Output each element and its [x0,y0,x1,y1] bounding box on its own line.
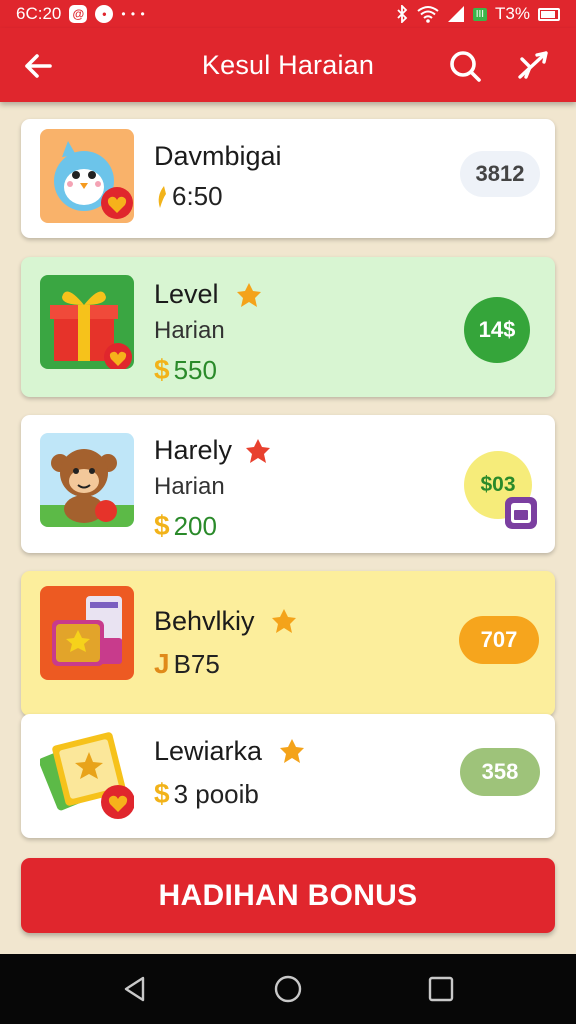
page-title: Kesul Haraian [201,50,375,80]
treasure-chest-icon [40,586,134,680]
reward-amount-value: B75 [173,648,220,679]
star-badge-icon [246,439,270,463]
monkey-character-icon [40,433,134,527]
notification-icon: @ [69,5,88,23]
reward-card-4[interactable]: Behvlkiy J B75 707 [21,571,555,716]
reward-amount: $ 550 [154,354,217,386]
star-badge-icon [272,609,296,633]
battery-percentage: T3% [495,4,530,23]
status-time: 6C:20 [16,4,62,23]
reward-points-pill[interactable]: 358 [460,748,540,796]
reward-points-pill[interactable]: 707 [459,616,539,664]
star-badge-icon [237,283,261,307]
notification-dot-icon: • [95,5,114,23]
reward-subtitle: Harian [154,473,225,500]
more-notifications-icon: • • • [121,7,146,21]
currency-symbol: $ [154,778,170,809]
status-left: 6C:20 @ • • • • [16,4,146,24]
reward-amount: $ 200 [154,510,217,542]
bonus-reward-button[interactable]: HADIHAN BONUS [21,858,555,933]
status-right: III T3% [395,4,560,24]
gift-box-icon [40,275,134,369]
reward-points-pill[interactable]: 14$ [464,297,530,363]
reward-card-3[interactable]: Harely Harian $ 200 $03 [21,415,555,553]
app-bar: Kesul Haraian [0,28,576,102]
reward-amount-value: 3 pooib [173,778,259,809]
penguin-character-icon [40,129,134,223]
reward-name: Behvlkiy [154,606,255,636]
reward-amount: $ 3 pooib [154,778,259,810]
reward-name: Lewiarka [154,736,263,766]
currency-symbol: $ [154,354,170,385]
reward-subtitle: Harian [154,317,225,344]
reward-points-pill[interactable]: 3812 [460,151,540,197]
reward-amount-value: 200 [173,510,217,541]
nav-home-icon[interactable] [273,974,303,1004]
currency-symbol: $ [154,510,170,541]
battery-saver-badge: III [472,7,488,21]
star-badge-icon [280,739,304,763]
search-icon[interactable] [446,47,484,85]
reward-amount-value: 550 [173,354,217,385]
bluetooth-icon [397,5,407,23]
treasure-card-icon [40,728,134,822]
reward-card-2[interactable]: Level Harian $ 550 14$ [21,257,555,397]
wifi-icon [417,6,439,23]
reward-name: Level [154,279,219,309]
signal-icon [447,6,464,22]
wallet-icon[interactable] [503,495,539,531]
reward-card-1[interactable]: Davmbigai 6:50 3812 [21,119,555,238]
battery-icon [538,7,560,21]
system-nav-bar [0,954,576,1024]
reward-name: Harely [154,435,233,465]
currency-symbol: J [154,648,170,679]
reward-amount-value: 6:50 [172,181,223,211]
reward-card-5[interactable]: Lewiarka $ 3 pooib 358 [21,714,555,838]
reward-name: Davmbigai [154,141,282,171]
coin-icon [158,185,166,208]
reward-amount: 6:50 [154,181,223,212]
nav-back-icon[interactable] [120,974,150,1004]
status-bar: 6C:20 @ • • • • III T3% [0,0,576,28]
reward-amount: J B75 [154,648,220,680]
send-icon[interactable] [514,47,552,85]
nav-recents-icon[interactable] [426,974,456,1004]
